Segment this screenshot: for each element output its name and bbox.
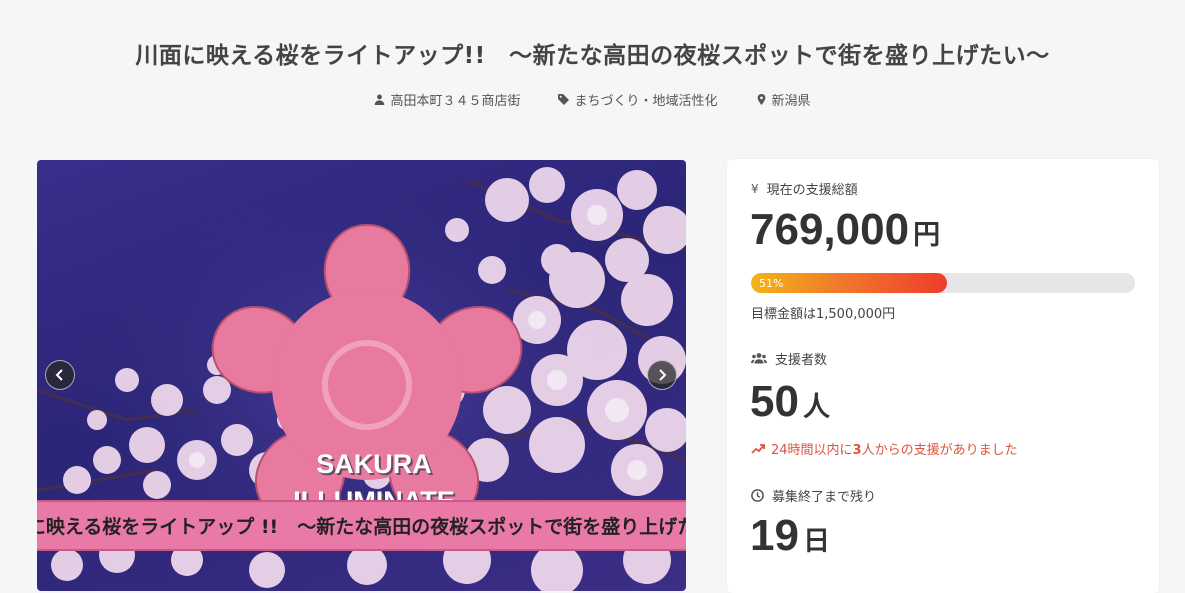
recent-support-notice: 24時間以内に3人からの支援がありました xyxy=(751,439,1018,458)
location-link[interactable]: 新潟県 xyxy=(756,90,811,109)
person-icon xyxy=(375,94,385,105)
users-icon xyxy=(751,353,767,364)
funding-stats-panel: ¥ 現在の支援総額 769,000 円 51% 目標金額は1,500,000円 支… xyxy=(727,159,1159,593)
trending-up-icon xyxy=(751,443,765,454)
owner-link[interactable]: 高田本町３４５商店街 xyxy=(374,90,520,109)
logo-line: SAKURA xyxy=(316,449,432,479)
clock-icon xyxy=(751,489,764,502)
carousel-next-button[interactable] xyxy=(647,360,677,390)
remaining-label: 募集終了まで残り xyxy=(772,490,877,505)
supporters-label-row: 支援者数 xyxy=(751,349,827,368)
project-title: 川面に映える桜をライトアップ!! ～新たな高田の夜桜スポットで街を盛り上げたい～ xyxy=(135,43,1050,69)
supporters-count: 50 人 xyxy=(750,377,830,427)
supporters-count-value: 50 xyxy=(750,377,799,426)
remaining-label-row: 募集終了まで残り xyxy=(751,486,876,505)
category-link[interactable]: まちづくり・地域活性化 xyxy=(558,90,718,109)
map-pin-icon xyxy=(757,94,765,105)
chevron-right-icon xyxy=(659,369,667,381)
trend-prefix: 24時間以内に xyxy=(771,443,853,458)
tag-icon xyxy=(558,94,570,105)
funding-amount-unit: 円 xyxy=(913,220,941,250)
funding-label: 現在の支援総額 xyxy=(766,183,858,198)
remaining-days-unit: 日 xyxy=(802,526,830,556)
goal-amount: 目標金額は1,500,000円 xyxy=(751,307,896,322)
category-name: まちづくり・地域活性化 xyxy=(574,94,718,109)
project-image-carousel[interactable]: SAKURA ILLUMINATE PROJECT 川面に映える桜をライトアップ… xyxy=(37,160,686,591)
banner-text: 川面に映える桜をライトアップ !! ～新たな高田の夜桜スポットで街を盛り上げたい… xyxy=(37,516,686,538)
funding-label-row: ¥ 現在の支援総額 xyxy=(751,179,858,199)
remaining-days: 19 日 xyxy=(750,511,830,561)
chevron-left-icon xyxy=(55,369,63,381)
project-meta: 高田本町３４５商店街 まちづくり・地域活性化 新潟県 xyxy=(0,90,1185,109)
trend-count: 3 xyxy=(852,443,862,458)
owner-name: 高田本町３４５商店街 xyxy=(390,94,521,109)
funding-progress-bar: 51% xyxy=(751,273,1135,293)
remaining-days-value: 19 xyxy=(750,511,799,560)
progress-percent: 51% xyxy=(759,276,784,290)
funding-amount-value: 769,000 xyxy=(750,205,910,254)
supporters-count-unit: 人 xyxy=(802,392,830,422)
carousel-prev-button[interactable] xyxy=(45,360,75,390)
location-name: 新潟県 xyxy=(771,94,811,109)
yen-icon: ¥ xyxy=(751,181,759,196)
funding-amount: 769,000 円 xyxy=(750,205,940,255)
trend-suffix: 人からの支援がありました xyxy=(861,443,1018,458)
progress-fill: 51% xyxy=(751,273,947,293)
supporters-label: 支援者数 xyxy=(775,353,828,368)
image-banner: 川面に映える桜をライトアップ !! ～新たな高田の夜桜スポットで街を盛り上げたい… xyxy=(37,500,686,551)
